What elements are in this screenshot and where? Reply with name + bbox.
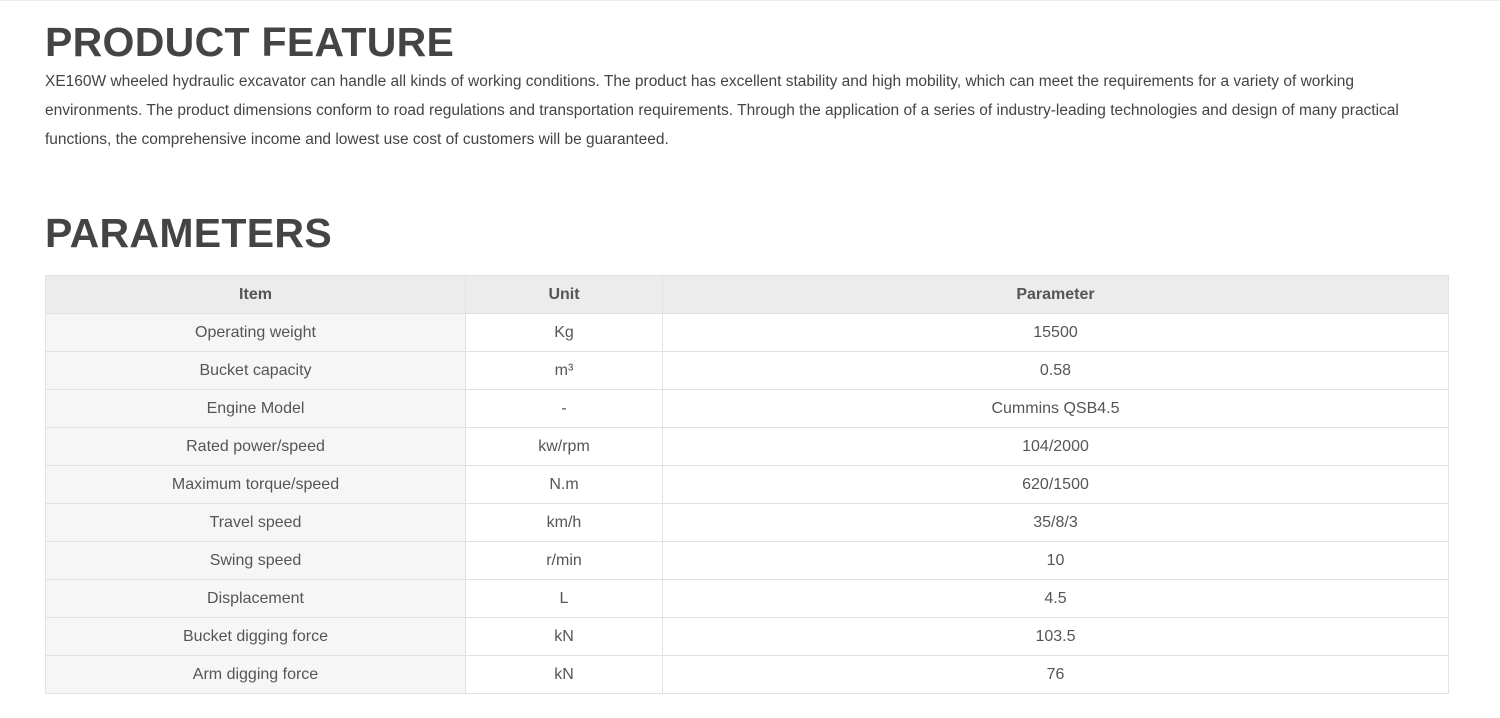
column-header-unit: Unit xyxy=(465,275,663,314)
column-header-parameter: Parameter xyxy=(662,275,1449,314)
row-unit-cell: Kg xyxy=(465,313,663,352)
table-row: Bucket capacity m³ 0.58 xyxy=(45,351,1449,390)
row-unit-cell: km/h xyxy=(465,503,663,542)
row-item-cell: Operating weight xyxy=(45,313,466,352)
row-unit-cell: m³ xyxy=(465,351,663,390)
row-item-cell: Displacement xyxy=(45,579,466,618)
row-value-cell: Cummins QSB4.5 xyxy=(662,389,1449,428)
column-header-item: Item xyxy=(45,275,466,314)
row-unit-cell: - xyxy=(465,389,663,428)
row-item-cell: Bucket capacity xyxy=(45,351,466,390)
table-row: Rated power/speed kw/rpm 104/2000 xyxy=(45,427,1449,466)
row-value-cell: 35/8/3 xyxy=(662,503,1449,542)
row-unit-cell: kN xyxy=(465,617,663,656)
row-item-cell: Travel speed xyxy=(45,503,466,542)
row-value-cell: 620/1500 xyxy=(662,465,1449,504)
row-item-cell: Maximum torque/speed xyxy=(45,465,466,504)
product-feature-description: XE160W wheeled hydraulic excavator can h… xyxy=(45,73,1399,148)
row-value-cell: 103.5 xyxy=(662,617,1449,656)
row-unit-cell: r/min xyxy=(465,541,663,580)
product-feature-heading: PRODUCT FEATURE xyxy=(45,19,455,65)
row-item-cell: Arm digging force xyxy=(45,655,466,694)
row-value-cell: 15500 xyxy=(662,313,1449,352)
row-item-cell: Engine Model xyxy=(45,389,466,428)
table-row: Engine Model - Cummins QSB4.5 xyxy=(45,389,1449,428)
row-value-cell: 104/2000 xyxy=(662,427,1449,466)
table-row: Travel speed km/h 35/8/3 xyxy=(45,503,1449,542)
table-row: Operating weight Kg 15500 xyxy=(45,313,1449,352)
row-value-cell: 76 xyxy=(662,655,1449,694)
top-divider xyxy=(0,0,1500,1)
row-unit-cell: L xyxy=(465,579,663,618)
parameters-heading: PARAMETERS xyxy=(45,210,332,256)
row-value-cell: 4.5 xyxy=(662,579,1449,618)
row-item-cell: Bucket digging force xyxy=(45,617,466,656)
table-row: Displacement L 4.5 xyxy=(45,579,1449,618)
row-unit-cell: N.m xyxy=(465,465,663,504)
row-item-cell: Swing speed xyxy=(45,541,466,580)
table-row: Bucket digging force kN 103.5 xyxy=(45,617,1449,656)
row-value-cell: 10 xyxy=(662,541,1449,580)
table-row: Swing speed r/min 10 xyxy=(45,541,1449,580)
row-unit-cell: kw/rpm xyxy=(465,427,663,466)
table-row: Arm digging force kN 76 xyxy=(45,655,1449,694)
table-header-row: Item Unit Parameter xyxy=(45,275,1449,314)
table-row: Maximum torque/speed N.m 620/1500 xyxy=(45,465,1449,504)
row-unit-cell: kN xyxy=(465,655,663,694)
row-value-cell: 0.58 xyxy=(662,351,1449,390)
parameters-table: Item Unit Parameter Operating weight Kg … xyxy=(45,275,1449,694)
row-item-cell: Rated power/speed xyxy=(45,427,466,466)
